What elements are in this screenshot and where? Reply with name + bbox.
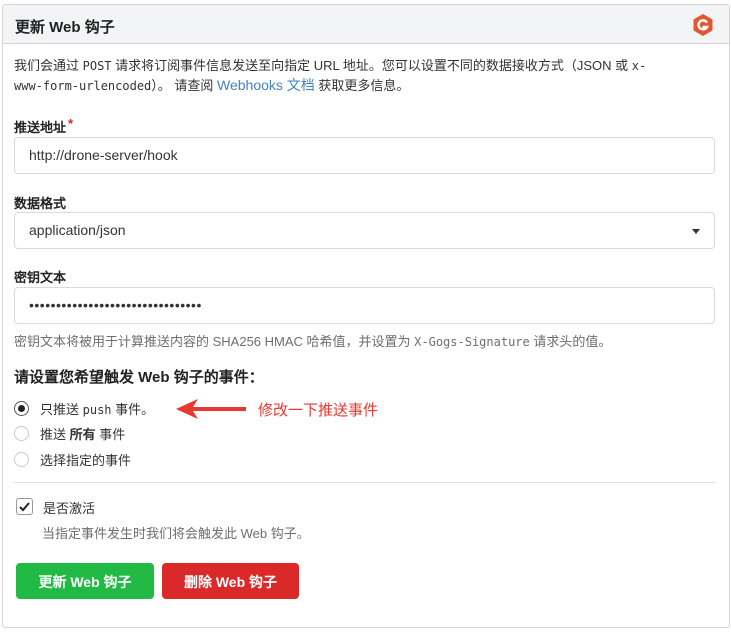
dropdown-arrow-icon: [692, 229, 700, 234]
description-encoding: x-: [631, 59, 647, 73]
event-option-label: 选择指定的事件: [40, 452, 132, 468]
webhooks-docs-link[interactable]: Webhooks 文档: [217, 77, 315, 93]
description-text: 我们会通过: [14, 58, 83, 73]
secret-input[interactable]: ••••••••••••••••••••••••••••••••: [14, 287, 715, 324]
checkmark-icon: [19, 502, 30, 512]
secret-help-text: 密钥文本将被用于计算推送内容的 SHA256 HMAC 哈希值，并设置为 X-G…: [14, 331, 611, 350]
delete-webhook-button[interactable]: 删除 Web 钩子: [162, 563, 299, 599]
description-method: POST: [82, 59, 112, 73]
signature-header-name: X-Gogs-Signature: [414, 335, 530, 349]
secret-label: 密钥文本: [14, 270, 67, 285]
description-text: 获取更多信息。: [314, 78, 410, 93]
annotation-arrow-icon: [176, 399, 246, 419]
content-type-value: application/json: [29, 222, 126, 238]
payload-url-input[interactable]: http://drone-server/hook: [14, 137, 715, 174]
gogs-logo-icon: [691, 13, 715, 37]
secret-help-part: 请求头的值。: [529, 334, 612, 349]
update-webhook-button[interactable]: 更新 Web 钩子: [16, 563, 154, 599]
annotation-text: 修改一下推送事件: [258, 402, 379, 419]
page-title: 更新 Web 钩子: [15, 19, 115, 36]
active-checkbox[interactable]: [16, 498, 33, 515]
description-text: 请求将订阅事件信息发送至向指定 URL 地址。您可以设置不同的数据接收方式（JS…: [111, 58, 632, 73]
event-option-custom[interactable]: 选择指定的事件: [14, 449, 131, 469]
radio-button-checked[interactable]: [14, 400, 29, 416]
description-text: ）。 请查阅: [151, 78, 218, 93]
payload-url-label: 推送地址 *: [14, 116, 74, 136]
event-option-all[interactable]: 推送 所有 事件: [14, 423, 125, 443]
webhook-description: 我们会通过 POST 请求将订阅事件信息发送至向指定 URL 地址。您可以设置不…: [14, 56, 714, 96]
payload-url-label-text: 推送地址: [14, 120, 67, 135]
content-type-label: 数据格式: [14, 196, 67, 211]
radio-button[interactable]: [14, 451, 29, 467]
secret-value: ••••••••••••••••••••••••••••••••: [29, 297, 202, 313]
secret-help-part: 密钥文本将被用于计算推送内容的 SHA256 HMAC 哈希值，并设置为: [14, 334, 415, 349]
content-type-select[interactable]: application/json: [14, 212, 715, 249]
payload-url-value: http://drone-server/hook: [29, 147, 178, 163]
event-option-label: 推送 所有 事件: [40, 426, 126, 442]
active-help-text: 当指定事件发生时我们将会触发此 Web 钩子。: [42, 526, 310, 541]
event-option-push-only[interactable]: 只推送 push 事件。: [14, 398, 154, 418]
active-label: 是否激活: [43, 501, 96, 516]
panel-header: 更新 Web 钩子: [3, 5, 729, 44]
events-section-title: 请设置您希望触发 Web 钩子的事件：: [14, 369, 264, 386]
required-mark: *: [68, 116, 74, 131]
event-option-label: 只推送 push 事件。: [40, 401, 155, 417]
description-encoding: www-form-urlencoded: [14, 79, 152, 93]
divider: [14, 482, 715, 483]
radio-button[interactable]: [14, 425, 29, 441]
